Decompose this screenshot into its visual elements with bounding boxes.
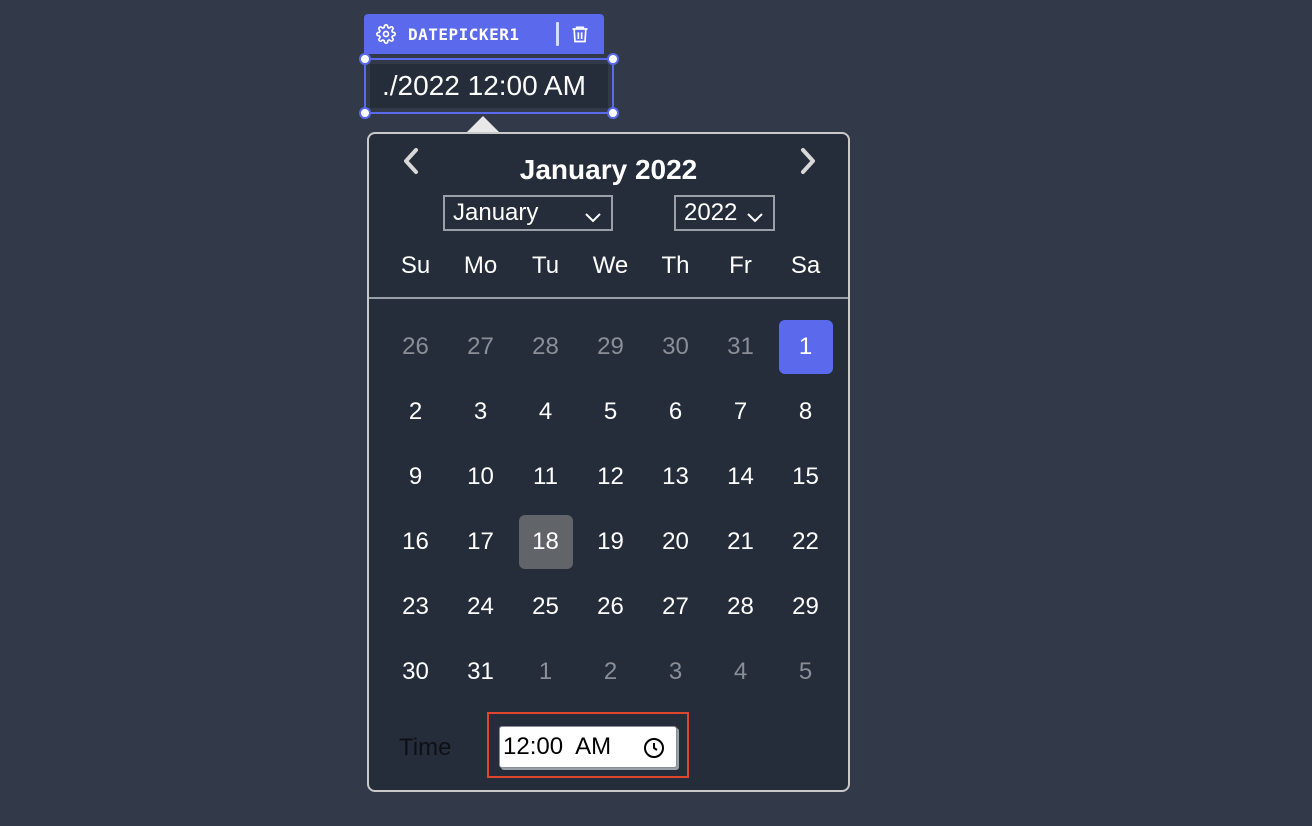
popup-pointer <box>466 116 500 133</box>
month-select[interactable]: January <box>443 195 613 231</box>
calendar-day[interactable]: 2 <box>383 379 448 444</box>
year-select[interactable]: 2022 <box>674 195 775 231</box>
calendar-day[interactable]: 13 <box>643 444 708 509</box>
weekday-label: Th <box>661 252 690 279</box>
calendar-day[interactable]: 3 <box>643 639 708 704</box>
resize-handle-bottom-left[interactable] <box>359 107 371 119</box>
resize-handle-bottom-right[interactable] <box>607 107 619 119</box>
calendar-day[interactable]: 24 <box>448 574 513 639</box>
calendar-day[interactable]: 26 <box>383 314 448 379</box>
time-input[interactable]: 12:00 AM <box>499 726 677 768</box>
widget-name-label: DATEPICKER1 <box>408 24 520 44</box>
time-input-focus-outline: 12:00 AM <box>487 712 689 778</box>
calendar-day[interactable]: 27 <box>643 574 708 639</box>
calendar-day[interactable]: 3 <box>448 379 513 444</box>
calendar-day[interactable]: 9 <box>383 444 448 509</box>
calendar-day[interactable]: 6 <box>643 379 708 444</box>
calendar-day[interactable]: 30 <box>383 639 448 704</box>
calendar-day-selected[interactable]: 1 <box>773 314 838 379</box>
chevron-right-icon[interactable] <box>793 146 823 176</box>
time-label: Time <box>399 734 452 761</box>
calendar-day[interactable]: 20 <box>643 509 708 574</box>
month-select-value: January <box>453 199 539 226</box>
year-select-value: 2022 <box>684 199 738 226</box>
calendar-day[interactable]: 4 <box>708 639 773 704</box>
calendar-day[interactable]: 12 <box>578 444 643 509</box>
calendar-day-grid: 26 27 28 29 30 31 1 2 3 4 5 6 7 8 9 10 1… <box>383 314 838 704</box>
trash-icon[interactable] <box>570 24 590 44</box>
calendar-day[interactable]: 27 <box>448 314 513 379</box>
calendar-day[interactable]: 25 <box>513 574 578 639</box>
weekday-label: Tu <box>531 252 560 279</box>
calendar-day[interactable]: 2 <box>578 639 643 704</box>
calendar-day[interactable]: 10 <box>448 444 513 509</box>
weekday-label: We <box>592 252 629 279</box>
calendar-day[interactable]: 1 <box>513 639 578 704</box>
calendar-day[interactable]: 30 <box>643 314 708 379</box>
clock-icon[interactable] <box>642 736 666 767</box>
weekday-label: Sa <box>790 252 821 279</box>
calendar-day[interactable]: 17 <box>448 509 513 574</box>
calendar-day[interactable]: 22 <box>773 509 838 574</box>
gear-icon[interactable] <box>376 24 396 44</box>
calendar-day[interactable]: 28 <box>513 314 578 379</box>
calendar-day[interactable]: 31 <box>708 314 773 379</box>
calendar-popup: January 2022 January 2022 Su Mo Tu We Th… <box>367 132 850 792</box>
weekday-header-row: Su Mo Tu We Th Fr Sa <box>383 246 838 286</box>
weekday-label: Mo <box>463 252 498 279</box>
calendar-day-today[interactable]: 18 <box>513 509 578 574</box>
calendar-day[interactable]: 8 <box>773 379 838 444</box>
chevron-down-icon <box>745 205 765 233</box>
calendar-day[interactable]: 16 <box>383 509 448 574</box>
calendar-day[interactable]: 28 <box>708 574 773 639</box>
header-divider <box>369 297 848 299</box>
calendar-day[interactable]: 4 <box>513 379 578 444</box>
calendar-day[interactable]: 14 <box>708 444 773 509</box>
calendar-day[interactable]: 7 <box>708 379 773 444</box>
calendar-day[interactable]: 31 <box>448 639 513 704</box>
resize-handle-top-left[interactable] <box>359 53 371 65</box>
calendar-day[interactable]: 5 <box>578 379 643 444</box>
calendar-day[interactable]: 26 <box>578 574 643 639</box>
calendar-day[interactable]: 15 <box>773 444 838 509</box>
calendar-day[interactable]: 29 <box>578 314 643 379</box>
widget-label-chip[interactable]: DATEPICKER1 <box>364 14 604 54</box>
datepicker-input[interactable]: ./2022 12:00 AM <box>370 64 608 108</box>
chip-divider <box>556 22 559 46</box>
calendar-day[interactable]: 19 <box>578 509 643 574</box>
weekday-label: Fr <box>729 252 752 279</box>
weekday-label: Su <box>400 252 431 279</box>
calendar-day[interactable]: 29 <box>773 574 838 639</box>
calendar-day[interactable]: 5 <box>773 639 838 704</box>
calendar-day[interactable]: 23 <box>383 574 448 639</box>
time-input-value: 12:00 AM <box>503 733 612 760</box>
calendar-day[interactable]: 11 <box>513 444 578 509</box>
calendar-day[interactable]: 21 <box>708 509 773 574</box>
calendar-month-title: January 2022 <box>519 154 698 185</box>
datepicker-input-frame[interactable]: ./2022 12:00 AM <box>359 53 619 119</box>
chevron-down-icon <box>583 205 603 233</box>
resize-handle-top-right[interactable] <box>607 53 619 65</box>
